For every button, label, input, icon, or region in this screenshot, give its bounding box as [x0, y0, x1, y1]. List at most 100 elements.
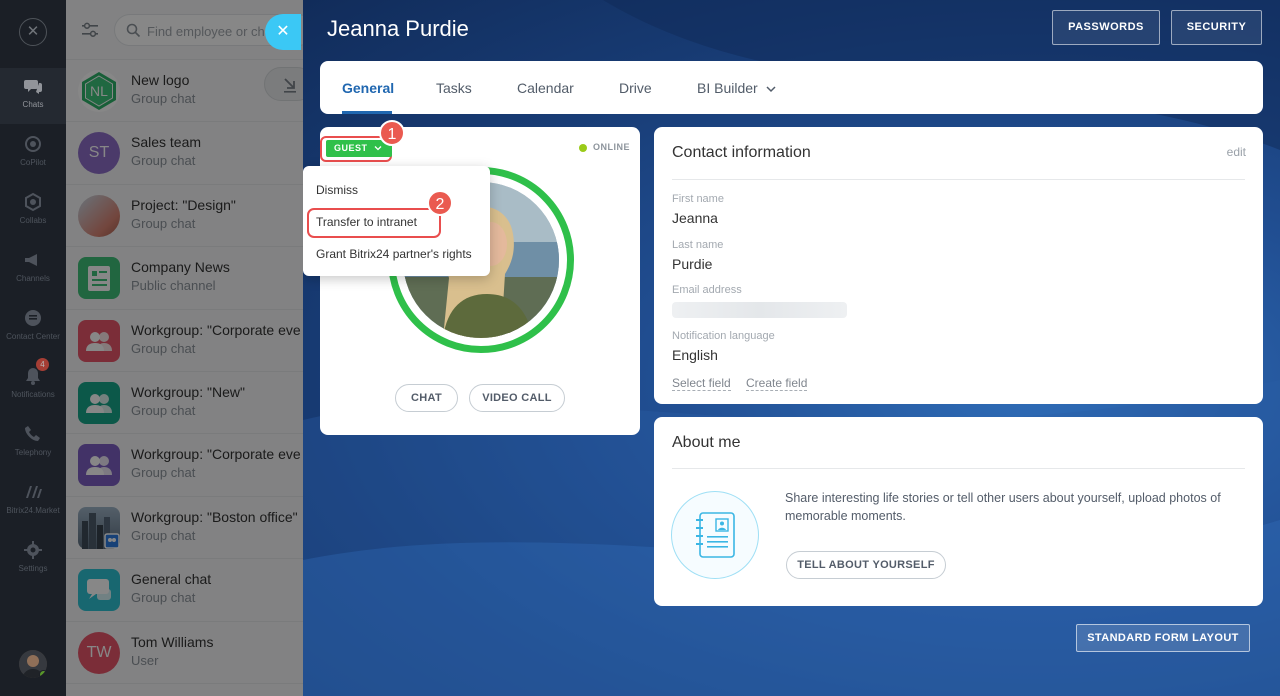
select-field-link[interactable]: Select field [672, 376, 731, 391]
chat-avatar [78, 381, 120, 424]
menu-item-dismiss[interactable]: Dismiss [316, 183, 358, 197]
chat-subtitle: Group chat [131, 215, 196, 231]
security-button[interactable]: SECURITY [1171, 10, 1262, 45]
left-rail: ✕ Chats CoPilot Collabs Channels Contact… [0, 0, 66, 696]
tab-bi-builder[interactable]: BI Builder [697, 80, 776, 96]
chat-avatar: TW [78, 631, 120, 674]
divider [672, 179, 1245, 180]
chat-subtitle: Group chat [131, 153, 196, 169]
notebook-icon [696, 512, 735, 558]
market-icon [26, 486, 42, 498]
chat-item[interactable]: TW Tom Williams User [66, 622, 303, 684]
passwords-button[interactable]: PASSWORDS [1052, 10, 1160, 45]
chat-subtitle: Group chat [131, 340, 196, 356]
chat-item[interactable]: General chat Group chat [66, 559, 303, 622]
chat-subtitle: Group chat [131, 590, 196, 606]
collapse-list-button[interactable] [264, 67, 303, 101]
rail-item-collabs[interactable]: Collabs [0, 184, 66, 240]
user-avatar[interactable] [19, 650, 47, 678]
rail-label: Notifications [11, 390, 55, 399]
rail-label: CoPilot [20, 158, 46, 167]
menu-item-transfer-to-intranet[interactable]: Transfer to intranet [316, 215, 417, 229]
contact-information-card: Contact information edit First name Jean… [654, 127, 1263, 404]
chat-item[interactable]: Project: "Design" Group chat [66, 185, 303, 248]
tab-drive[interactable]: Drive [619, 80, 652, 96]
chat-item[interactable]: Workgroup: "Corporate eve Group chat [66, 310, 303, 372]
notification-language-value: English [672, 347, 718, 363]
rail-label: Collabs [19, 216, 47, 225]
tab-general[interactable]: General [342, 80, 394, 96]
online-status: ONLINE [593, 142, 631, 152]
menu-item-grant-partner-rights[interactable]: Grant Bitrix24 partner's rights [316, 247, 472, 261]
chat-item[interactable]: Company News Public channel [66, 247, 303, 310]
general-chat-icon [87, 579, 111, 601]
chat-button[interactable]: CHAT [395, 384, 458, 412]
channels-icon [25, 254, 37, 266]
group-icon [86, 393, 112, 413]
rail-item-settings[interactable]: Settings [0, 532, 66, 588]
standard-form-layout-button[interactable]: STANDARD FORM LAYOUT [1076, 624, 1250, 652]
chat-avatar [78, 444, 120, 487]
chevron-down-icon [374, 146, 381, 151]
chat-name: New logo [131, 72, 190, 88]
tab-calendar[interactable]: Calendar [517, 80, 574, 96]
divider [672, 468, 1245, 469]
first-name-label: First name [672, 193, 724, 205]
rail-label: Telephony [14, 448, 52, 457]
chat-avatar: NL [78, 70, 120, 112]
chat-name: Workgroup: "Corporate eve [131, 321, 301, 338]
tell-about-yourself-button[interactable]: TELL ABOUT YOURSELF [786, 551, 946, 579]
city-photo [82, 512, 120, 549]
chat-subtitle: Group chat [131, 91, 196, 106]
rail-item-copilot[interactable]: CoPilot [0, 126, 66, 182]
arrow-down-right-icon [284, 78, 296, 93]
chat-avatar [78, 257, 120, 300]
guest-role-dropdown[interactable]: GUEST [326, 140, 392, 157]
slider-close-button[interactable]: ✕ [265, 14, 301, 50]
video-call-button[interactable]: VIDEO CALL [469, 384, 565, 412]
rail-item-channels[interactable]: Channels [0, 242, 66, 298]
chat-item[interactable]: Workgroup: "Boston office" Group chat [66, 497, 303, 560]
tab-bar: General Tasks Calendar Drive BI Builder [320, 61, 1263, 114]
chats-icon [24, 80, 42, 94]
page-title: Jeanna Purdie [327, 16, 469, 41]
rail-label: Settings [18, 564, 48, 573]
notification-badge: 4 [36, 358, 49, 371]
email-value-blurred [672, 302, 847, 318]
chat-subtitle: User [131, 652, 159, 668]
rail-item-notifications[interactable]: 4 Notifications [0, 358, 66, 414]
online-status-dot [579, 144, 587, 152]
rail-label: Chats [22, 100, 44, 109]
guest-label: GUEST [334, 143, 368, 153]
chat-item[interactable]: Workgroup: "Corporate eve Group chat [66, 434, 303, 497]
chat-item[interactable]: Workgroup: "New" Group chat [66, 372, 303, 435]
chat-avatar: ST [78, 132, 120, 175]
close-icon[interactable]: ✕ [19, 18, 47, 46]
chat-avatar [78, 319, 120, 362]
group-icon [86, 331, 112, 351]
about-me-card: About me Share interesting life stories … [654, 417, 1263, 606]
rail-item-chats[interactable]: Chats [0, 68, 66, 124]
last-name-value: Purdie [672, 256, 713, 272]
rail-item-contact-center[interactable]: Contact Center [0, 300, 66, 356]
create-field-link[interactable]: Create field [746, 376, 808, 391]
online-indicator [39, 670, 47, 678]
tab-tasks[interactable]: Tasks [436, 80, 472, 96]
chat-name: Tom Williams [131, 633, 214, 650]
contact-center-icon [25, 310, 41, 326]
chat-name: Project: "Design" [131, 196, 236, 213]
last-name-label: Last name [672, 239, 724, 251]
chat-item[interactable]: ST Sales team Group chat [66, 122, 303, 185]
chat-avatar [78, 194, 120, 237]
first-name-value: Jeanna [672, 210, 718, 226]
chevron-down-icon [766, 86, 776, 93]
rail-item-market[interactable]: Bitrix24.Market [0, 474, 66, 530]
chat-avatar [78, 506, 120, 549]
chat-subtitle: Group chat [131, 465, 196, 481]
rail-item-telephony[interactable]: Telephony [0, 416, 66, 472]
edit-link[interactable]: edit [1227, 145, 1246, 159]
chat-list-panel: NL New logo Group chat ST Sales team Gro… [66, 0, 303, 696]
chat-name: Workgroup: "Boston office" [131, 508, 298, 525]
contact-card-title: Contact information [672, 144, 811, 161]
filter-icon[interactable] [80, 20, 100, 40]
